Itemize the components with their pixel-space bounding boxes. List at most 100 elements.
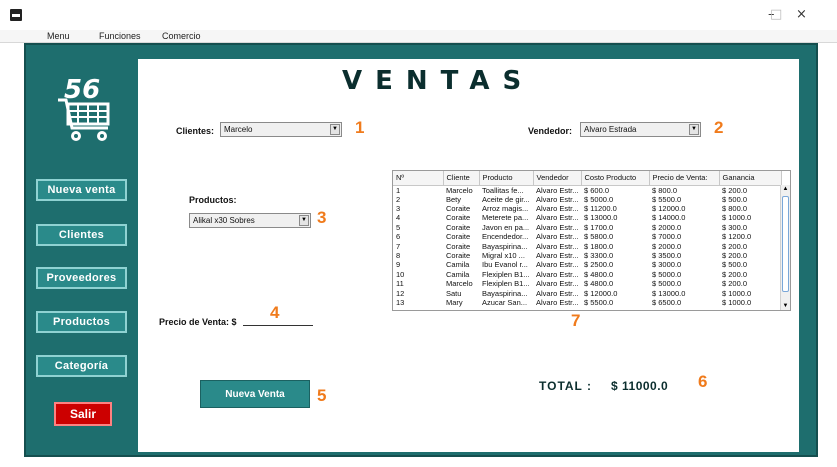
- table-row[interactable]: 4 Coraite Meterete pa... Alvaro Estr... $ 13…: [393, 213, 781, 222]
- table-cell: Alvaro Estr...: [536, 194, 579, 204]
- marker-4: 4: [270, 303, 280, 322]
- table-cell: 13: [396, 297, 405, 307]
- app-icon: [10, 9, 22, 21]
- table-cell: Marcelo: [446, 185, 473, 195]
- table-row[interactable]: 9 Camila Ibu Evanol r... Alvaro Estr... $ 25…: [393, 260, 781, 269]
- table-cell: $ 1000.0: [722, 288, 752, 298]
- cart-logo-icon: 56: [58, 75, 110, 141]
- column-header[interactable]: Precio de Venta:: [649, 171, 720, 186]
- table-cell: $ 2000.0: [652, 222, 682, 232]
- close-icon[interactable]: ×: [796, 7, 807, 22]
- table-cell: Coraite: [446, 232, 471, 242]
- table-cell: Coraite: [446, 213, 471, 223]
- table-cell: 9: [396, 260, 401, 270]
- column-header[interactable]: Cliente: [443, 171, 480, 186]
- total-value: $ 11000.0: [611, 379, 669, 393]
- table-cell: $ 4800.0: [584, 279, 614, 289]
- table-cell: $ 7000.0: [652, 232, 682, 242]
- nueva-venta-nav-button[interactable]: Nueva venta: [36, 179, 127, 201]
- table-row[interactable]: 6 Coraite Encendedor... Alvaro Estr... $ 580…: [393, 232, 781, 241]
- table-cell: Encendedor...: [482, 232, 529, 242]
- table-row[interactable]: 5 Coraite Javon en pa... Alvaro Estr... $ 17…: [393, 223, 781, 232]
- table-cell: $ 500.0: [722, 194, 748, 204]
- menu-item-comercio[interactable]: Comercio: [162, 31, 201, 41]
- column-header[interactable]: Ganancia: [719, 171, 782, 186]
- productos-label: Productos:: [189, 195, 237, 205]
- table-row[interactable]: 12 Satu Bayaspirina... Alvaro Estr... $ 1200…: [393, 288, 781, 298]
- logo-number: 56: [64, 75, 100, 105]
- table-cell: $ 1700.0: [584, 222, 614, 232]
- table-row[interactable]: 8 Coraite Migral x10 ... Alvaro Estr... $ 33…: [393, 251, 781, 260]
- table-cell: 4: [396, 213, 401, 223]
- scroll-down-icon[interactable]: ▼: [781, 302, 790, 310]
- vendedor-select[interactable]: Alvaro Estrada ▼: [580, 122, 701, 137]
- table-row[interactable]: 11 Marcelo Flexiplen B1... Alvaro Estr... $ …: [393, 279, 781, 288]
- menu-item-menu[interactable]: Menu: [47, 31, 70, 41]
- precio-venta-label: Precio de Venta: $: [159, 317, 237, 327]
- categoria-nav-button[interactable]: Categoría: [36, 355, 127, 377]
- title-bar: – □ ×: [0, 0, 837, 30]
- nueva-venta-button[interactable]: Nueva Venta: [200, 380, 310, 408]
- table-cell: Alvaro Estr...: [536, 222, 579, 232]
- maximize-icon[interactable]: □: [770, 7, 782, 22]
- table-cell: Satu: [446, 288, 462, 298]
- table-cell: Flexiplen B1...: [482, 269, 530, 279]
- table-cell: 1: [396, 185, 401, 195]
- productos-select[interactable]: Alikal x30 Sobres ▼: [189, 213, 311, 228]
- exit-button[interactable]: Salir: [54, 402, 112, 426]
- table-cell: 3: [396, 204, 401, 214]
- table-scrollbar[interactable]: ▲ ▼: [780, 185, 790, 310]
- table-cell: Meterete pa...: [482, 213, 529, 223]
- productos-nav-button[interactable]: Productos: [36, 311, 127, 333]
- table-cell: Alvaro Estr...: [536, 241, 579, 251]
- precio-venta-input[interactable]: [243, 325, 313, 326]
- table-cell: $ 5000.0: [652, 269, 682, 279]
- table-cell: $ 5000.0: [652, 279, 682, 289]
- table-cell: 5: [396, 222, 401, 232]
- table-cell: Javon en pa...: [482, 222, 530, 232]
- marker-6: 6: [698, 372, 708, 391]
- table-row[interactable]: 10 Camila Flexiplen B1... Alvaro Estr... $ 4…: [393, 270, 781, 279]
- table-header-row: Nº Cliente Producto Vendedor Costo Produ…: [393, 171, 782, 186]
- table-row[interactable]: 3 Coraite Arroz magis... Alvaro Estr... $ 11…: [393, 204, 781, 213]
- scroll-thumb[interactable]: [782, 196, 789, 292]
- table-cell: $ 1000.0: [722, 213, 752, 223]
- sales-table[interactable]: Nº Cliente Producto Vendedor Costo Produ…: [392, 170, 791, 311]
- table-row[interactable]: 7 Coraite Bayaspirina... Alvaro Estr... $ 18…: [393, 241, 781, 251]
- marker-5: 5: [317, 386, 327, 405]
- column-header[interactable]: Nº: [393, 171, 444, 186]
- table-cell: 2: [396, 194, 401, 204]
- table-cell: $ 800.0: [652, 185, 678, 195]
- table-cell: Alvaro Estr...: [536, 260, 579, 270]
- table-cell: $ 4800.0: [584, 269, 614, 279]
- table-cell: 11: [396, 279, 404, 289]
- clientes-select[interactable]: Marcelo ▼: [220, 122, 342, 137]
- total-label: TOTAL :: [539, 379, 592, 393]
- scroll-up-icon[interactable]: ▲: [781, 185, 790, 194]
- clientes-nav-button[interactable]: Clientes: [36, 224, 127, 246]
- table-row[interactable]: 1 Marcelo Toallitas fe... Alvaro Estr... $ 6…: [393, 185, 781, 195]
- table-cell: $ 2000.0: [652, 241, 682, 251]
- table-cell: $ 3500.0: [652, 251, 682, 261]
- table-cell: Camila: [446, 269, 470, 279]
- table-cell: $ 1200.0: [722, 232, 752, 242]
- column-header[interactable]: Costo Producto: [581, 171, 650, 186]
- table-cell: Toallitas fe...: [482, 185, 524, 195]
- table-cell: $ 200.0: [722, 279, 748, 289]
- table-row[interactable]: 2 Bety Aceite de gir... Alvaro Estr... $ 500…: [393, 195, 781, 204]
- table-cell: Arroz magis...: [482, 204, 529, 214]
- proveedores-nav-button[interactable]: Proveedores: [36, 267, 127, 289]
- page-title: VENTAS: [342, 66, 535, 96]
- table-cell: $ 12000.0: [584, 288, 618, 298]
- table-cell: $ 5500.0: [652, 194, 682, 204]
- table-cell: $ 800.0: [722, 204, 748, 214]
- menu-item-funciones[interactable]: Funciones: [99, 31, 141, 41]
- table-cell: 7: [396, 241, 401, 251]
- table-row[interactable]: 13 Mary Azucar San... Alvaro Estr... $ 5500.…: [393, 298, 781, 307]
- column-header[interactable]: Vendedor: [533, 171, 582, 186]
- column-header[interactable]: Producto: [479, 171, 534, 186]
- table-cell: Marcelo: [446, 279, 473, 289]
- table-cell: Camila: [446, 260, 470, 270]
- table-cell: $ 200.0: [722, 241, 748, 251]
- chevron-down-icon: ▼: [330, 124, 340, 135]
